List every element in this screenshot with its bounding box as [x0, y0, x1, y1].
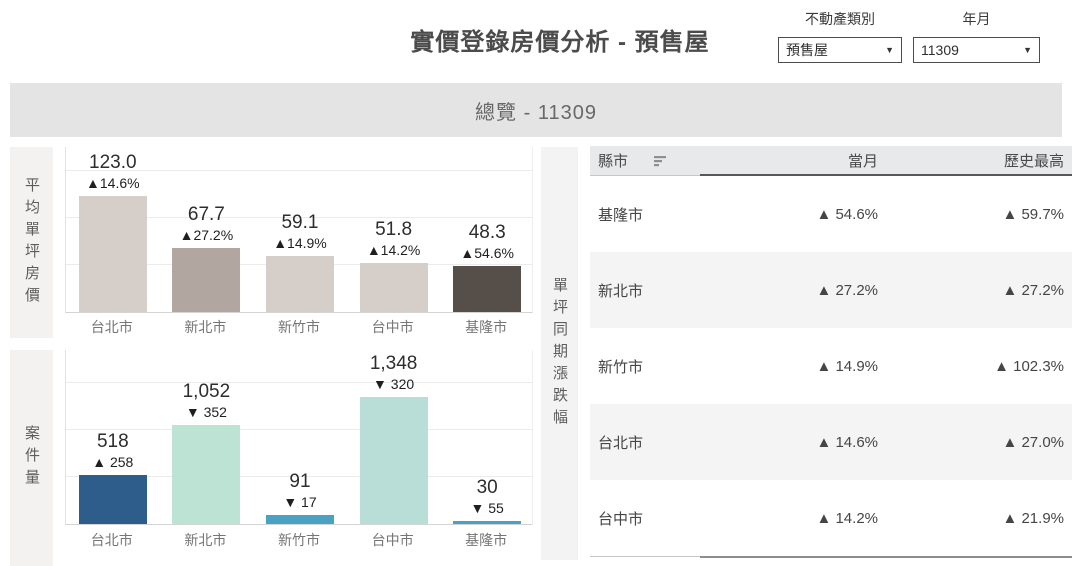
table-row-hsinchu[interactable]: 新竹市 ▲ 14.9% ▲ 102.3%: [590, 328, 1072, 404]
bar-value-label: 67.7: [187, 204, 225, 226]
x-axis-label: 新北市: [184, 532, 227, 548]
table-row-taichung[interactable]: 台中市 ▲ 14.2% ▲ 21.9%: [590, 480, 1072, 556]
current-month-cell: ▲ 54.6%: [816, 205, 878, 223]
city-cell: 基隆市: [598, 206, 644, 224]
price-chart-axis-panel: 平均單坪房價: [10, 147, 53, 338]
bar-value-label: 91: [289, 471, 311, 493]
bar-value-label: 123.0: [89, 151, 137, 173]
x-axis-label: 基隆市: [465, 319, 508, 335]
current-month-cell: ▲ 14.2%: [816, 509, 878, 527]
table-bottom-border: [590, 556, 1072, 558]
volume-bar-group-taipei: 518 ▲ 258: [66, 350, 160, 524]
volume-bar-taichung[interactable]: [359, 397, 428, 524]
bar-change-label: ▲54.6%: [460, 245, 514, 262]
current-month-cell: ▲ 27.2%: [816, 281, 878, 299]
column-header-city: 縣市: [598, 153, 629, 170]
bar-change-label: ▼ 320: [373, 376, 415, 393]
x-axis-label: 基隆市: [465, 532, 508, 548]
price-bar-group-taichung: 51.8 ▲14.2%: [347, 147, 441, 312]
price-bar-hsinchu[interactable]: [265, 256, 334, 312]
volume-chart-axis-label: 案件量: [23, 425, 40, 491]
table-row-keelung[interactable]: 基隆市 ▲ 54.6% ▲ 59.7%: [590, 176, 1072, 252]
table-row-taipei[interactable]: 台北市 ▲ 14.6% ▲ 27.0%: [590, 404, 1072, 480]
price-bar-newtaipei[interactable]: [172, 248, 241, 312]
x-axis-label: 新北市: [184, 319, 227, 335]
volume-bar-group-newtaipei: 1,052 ▼ 352: [160, 350, 254, 524]
city-cell: 台中市: [598, 510, 644, 528]
bar-change-label: ▼ 17: [283, 494, 317, 511]
volume-bar-hsinchu[interactable]: [265, 515, 334, 524]
volume-bar-group-keelung: 30 ▼ 55: [440, 350, 534, 524]
price-bar-keelung[interactable]: [453, 266, 522, 312]
price-bar-group-taipei: 123.0 ▲14.6%: [66, 147, 160, 312]
property-type-filter-label: 不動產類別: [805, 11, 875, 27]
x-axis-label: 台中市: [371, 532, 414, 548]
bar-value-label: 1,052: [182, 380, 231, 402]
volume-bar-group-taichung: 1,348 ▼ 320: [347, 350, 441, 524]
price-bar-group-keelung: 48.3 ▲54.6%: [440, 147, 534, 312]
bar-value-label: 48.3: [468, 222, 506, 244]
change-rate-axis-panel: 單坪同期漲跌幅: [541, 147, 578, 560]
current-month-cell: ▲ 14.6%: [816, 433, 878, 451]
property-type-dropdown[interactable]: 預售屋 ▼: [778, 37, 902, 63]
price-bar-group-newtaipei: 67.7 ▲27.2%: [160, 147, 254, 312]
volume-bar-group-hsinchu: 91 ▼ 17: [253, 350, 347, 524]
historical-high-cell: ▲ 27.0%: [1002, 433, 1064, 451]
bar-value-label: 518: [96, 431, 129, 453]
bar-value-label: 30: [476, 477, 498, 499]
x-axis-label: 台北市: [90, 319, 133, 335]
historical-high-cell: ▲ 59.7%: [1002, 205, 1064, 223]
bar-change-label: ▼ 352: [185, 403, 227, 420]
column-header-historical-high: 歷史最高: [1003, 152, 1064, 170]
overview-banner: 總覽 - 11309: [10, 83, 1062, 137]
bar-change-label: ▲27.2%: [179, 226, 234, 243]
year-month-dropdown[interactable]: 11309 ▼: [913, 37, 1040, 63]
year-month-filter-label: 年月: [962, 11, 991, 27]
bar-value-label: 51.8: [375, 219, 413, 241]
bar-value-label: 59.1: [281, 212, 319, 234]
bar-change-label: ▲14.2%: [366, 241, 421, 258]
price-chart-axis-label: 平均單坪房價: [23, 176, 40, 309]
historical-high-cell: ▲ 21.9%: [1002, 509, 1064, 527]
volume-bar-keelung[interactable]: [453, 521, 522, 524]
page-title: 實價登錄房價分析 - 預售屋: [410, 29, 710, 56]
current-month-cell: ▲ 14.9%: [816, 357, 878, 375]
x-axis-label: 台北市: [90, 532, 133, 548]
table-row-newtaipei[interactable]: 新北市 ▲ 27.2% ▲ 27.2%: [590, 252, 1072, 328]
change-rate-table: 縣市 當月 歷史最高 基隆市 ▲ 54.6% ▲ 59.7% 新北市 ▲ 27.…: [590, 146, 1072, 558]
price-bar-taipei[interactable]: [78, 196, 147, 312]
volume-bar-newtaipei[interactable]: [172, 425, 241, 524]
price-bar-chart: 123.0 ▲14.6% 67.7 ▲27.2% 59.1 ▲14.9% 51.…: [65, 147, 533, 313]
x-axis-label: 新竹市: [277, 319, 320, 335]
volume-chart-axis-panel: 案件量: [10, 350, 53, 566]
volume-chart-x-axis: 台北市 新北市 新竹市 台中市 基隆市: [65, 530, 533, 552]
bar-change-label: ▲ 258: [92, 454, 134, 471]
city-cell: 新北市: [598, 282, 644, 300]
volume-bar-taipei[interactable]: [78, 475, 147, 524]
city-cell: 新竹市: [598, 358, 644, 376]
price-bar-keelung[interactable]: [359, 263, 428, 312]
city-cell: 台北市: [598, 434, 644, 452]
price-chart-x-axis: 台北市 新北市 新竹市 台中市 基隆市: [65, 317, 533, 339]
chevron-down-icon[interactable]: ▼: [1023, 45, 1032, 55]
bar-change-label: ▲14.9%: [273, 235, 327, 252]
property-type-dropdown-value: 預售屋: [786, 42, 828, 58]
change-rate-axis-label: 單坪同期漲跌幅: [551, 276, 568, 431]
chevron-down-icon[interactable]: ▼: [885, 45, 894, 55]
historical-high-cell: ▲ 102.3%: [994, 357, 1064, 375]
bar-change-label: ▼ 55: [470, 500, 504, 516]
volume-bar-chart: 518 ▲ 258 1,052 ▼ 352 91 ▼ 17 1,348 ▼ 32…: [65, 350, 533, 525]
bar-value-label: 1,348: [369, 353, 418, 375]
sort-descending-icon[interactable]: [654, 155, 668, 167]
bar-change-label: ▲14.6%: [86, 174, 140, 191]
table-header: 縣市 當月 歷史最高: [590, 146, 1072, 176]
column-header-current-month: 當月: [847, 152, 878, 170]
x-axis-label: 新竹市: [277, 532, 320, 548]
historical-high-cell: ▲ 27.2%: [1002, 281, 1064, 299]
year-month-dropdown-value: 11309: [921, 42, 959, 58]
price-bar-group-hsinchu: 59.1 ▲14.9%: [253, 147, 347, 312]
overview-banner-title: 總覽 - 11309: [475, 101, 597, 124]
x-axis-label: 台中市: [371, 319, 414, 335]
